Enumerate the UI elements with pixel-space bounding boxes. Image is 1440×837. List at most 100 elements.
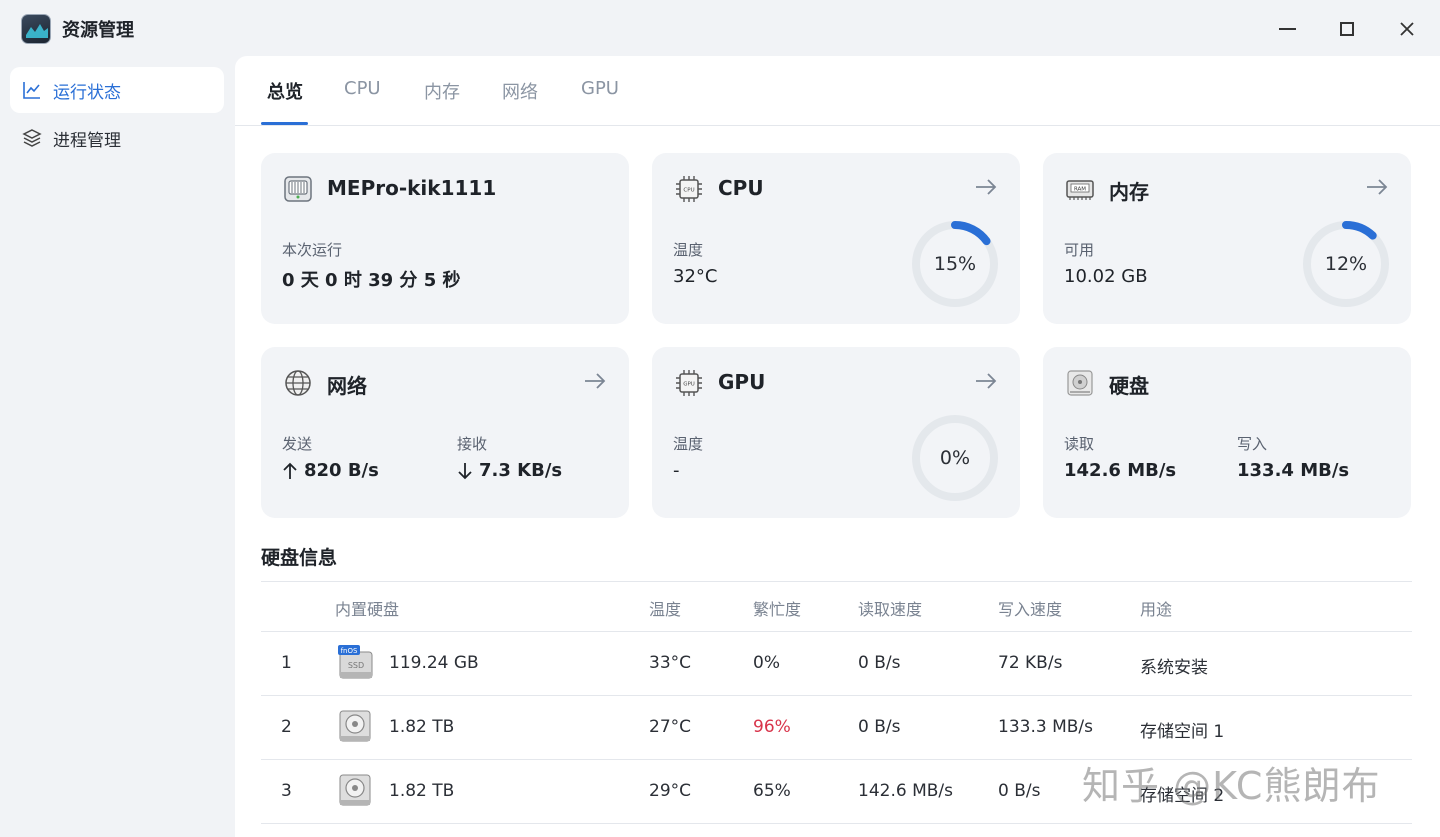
disk-title: 硬盘 [1109, 374, 1149, 398]
chart-line-icon [22, 80, 42, 100]
close-icon [1400, 22, 1414, 36]
disk-read-value: 142.6 MB/s [1064, 460, 1177, 481]
disk-write: 72 KB/s [998, 653, 1063, 673]
network-recv-value: 7.3 KB/s [479, 460, 563, 481]
network-title: 网络 [327, 374, 367, 398]
svg-text:RAM: RAM [1074, 187, 1086, 193]
tab-cpu[interactable]: CPU [344, 78, 381, 99]
row-index: 1 [281, 653, 292, 673]
system-hostname: MEPro-kik1111 [327, 176, 497, 200]
svg-text:CPU: CPU [683, 188, 694, 194]
ssd-badge-text: fnOS [341, 647, 358, 655]
network-card[interactable]: 网络 发送 820 B/s 接收 7.3 KB/s [261, 347, 629, 518]
header-usage[interactable]: 用途 [1140, 596, 1172, 620]
arrow-right-icon[interactable] [974, 371, 998, 391]
network-send: 820 B/s [282, 460, 379, 481]
layers-icon [22, 128, 42, 148]
cpu-chip-icon: CPU [676, 176, 702, 202]
minimize-button[interactable] [1272, 14, 1302, 44]
memory-available-value: 10.02 GB [1064, 266, 1148, 287]
active-tab-indicator [261, 122, 308, 125]
memory-card[interactable]: RAM 内存 可用 10.02 GB 12% [1043, 153, 1411, 324]
ssd-icon: fnOS SSD [338, 645, 373, 679]
disk-read: 0 B/s [858, 653, 901, 673]
table-row[interactable]: 1 fnOS SSD 119.24 GB 33°C 0% 0 B/s 72 KB… [261, 632, 1412, 696]
disk-usage: 存储空间 1 [1140, 722, 1225, 742]
disk-write-label: 写入 [1237, 435, 1268, 453]
cpu-card[interactable]: CPU CPU 温度 32°C 15% [652, 153, 1020, 324]
row-index: 2 [281, 717, 292, 737]
cpu-usage-text: 15% [933, 253, 977, 275]
disk-busy: 0% [753, 653, 780, 673]
memory-usage-gauge: 12% [1301, 219, 1391, 309]
app-window: 资源管理 运行状态 进程管理 总览 CPU 内存 网络 GPU MEPro-ki… [0, 0, 1440, 837]
header-temperature[interactable]: 温度 [649, 596, 681, 620]
arrow-right-icon[interactable] [1365, 177, 1389, 197]
table-row[interactable]: 2 1.82 TB 27°C 96% 0 B/s 133.3 MB/s 存储空间… [261, 696, 1412, 760]
svg-text:GPU: GPU [683, 382, 695, 388]
tab-gpu[interactable]: GPU [581, 78, 619, 99]
app-title: 资源管理 [62, 20, 134, 41]
network-recv-label: 接收 [457, 435, 488, 453]
watermark: 知乎 @KC熊朗布 [1082, 764, 1381, 808]
memory-title: 内存 [1109, 180, 1149, 204]
globe-icon [285, 370, 311, 396]
disk-size: 1.82 TB [389, 781, 455, 801]
header-busy[interactable]: 繁忙度 [753, 596, 801, 620]
tab-network[interactable]: 网络 [502, 78, 538, 104]
row-index: 3 [281, 781, 292, 801]
disk-read: 0 B/s [858, 717, 901, 737]
disk-write-value: 133.4 MB/s [1237, 460, 1350, 481]
uptime-label: 本次运行 [282, 241, 343, 259]
cpu-temp-value: 32°C [673, 266, 718, 287]
network-recv: 7.3 KB/s [457, 460, 562, 481]
close-button[interactable] [1392, 14, 1422, 44]
gpu-card[interactable]: GPU GPU 温度 - 0% [652, 347, 1020, 518]
ram-icon: RAM [1066, 180, 1094, 200]
ssd-label-text: SSD [348, 661, 364, 670]
gpu-usage-gauge: 0% [910, 413, 1000, 503]
disk-busy: 65% [753, 781, 791, 801]
gpu-temp-label: 温度 [673, 435, 704, 453]
arrow-down-icon [458, 462, 472, 479]
hard-drive-icon [1067, 370, 1093, 396]
tab-bar: 总览 CPU 内存 网络 GPU [235, 56, 1440, 126]
main-panel: 总览 CPU 内存 网络 GPU MEPro-kik1111 本次运行 0 天 … [235, 56, 1440, 837]
tab-memory[interactable]: 内存 [424, 78, 460, 104]
disk-size: 119.24 GB [389, 653, 479, 673]
sidebar-item-status[interactable]: 运行状态 [10, 67, 224, 113]
header-write-speed[interactable]: 写入速度 [998, 596, 1062, 620]
arrow-up-icon [283, 462, 297, 479]
disk-temp: 29°C [649, 781, 692, 801]
gpu-title: GPU [718, 370, 766, 394]
sidebar-item-label: 运行状态 [53, 82, 121, 103]
sidebar-item-label: 进程管理 [53, 130, 121, 151]
gpu-temp-value: - [673, 460, 680, 481]
disk-write: 0 B/s [998, 781, 1041, 801]
disk-usage: 系统安装 [1140, 658, 1208, 678]
app-logo-icon [21, 14, 51, 44]
header-read-speed[interactable]: 读取速度 [858, 596, 922, 620]
disk-info-title: 硬盘信息 [261, 547, 338, 569]
memory-usage-text: 12% [1324, 253, 1368, 275]
disk-temp: 33°C [649, 653, 692, 673]
table-header: 内置硬盘 温度 繁忙度 读取速度 写入速度 用途 [261, 582, 1412, 632]
tab-overview[interactable]: 总览 [267, 78, 303, 104]
hdd-icon [339, 774, 371, 806]
gpu-chip-icon: GPU [676, 370, 702, 396]
hdd-icon [339, 710, 371, 742]
disk-write: 133.3 MB/s [998, 717, 1093, 737]
title-bar: 资源管理 [0, 0, 1440, 56]
arrow-right-icon[interactable] [583, 371, 607, 391]
disk-size: 1.82 TB [389, 717, 455, 737]
maximize-button[interactable] [1332, 14, 1362, 44]
cpu-temp-label: 温度 [673, 241, 704, 259]
disk-temp: 27°C [649, 717, 692, 737]
cpu-title: CPU [718, 176, 764, 200]
disk-read: 142.6 MB/s [858, 781, 953, 801]
header-internal-disk[interactable]: 内置硬盘 [335, 596, 399, 620]
sidebar: 运行状态 进程管理 [0, 56, 235, 837]
sidebar-item-processes[interactable]: 进程管理 [10, 115, 224, 161]
arrow-right-icon[interactable] [974, 177, 998, 197]
disk-busy: 96% [753, 717, 791, 737]
